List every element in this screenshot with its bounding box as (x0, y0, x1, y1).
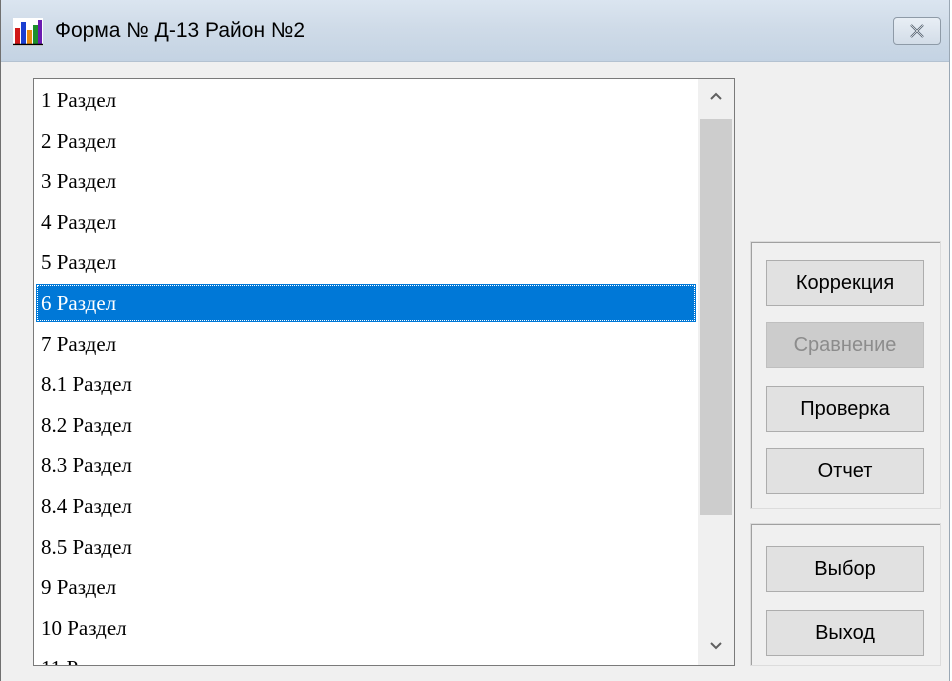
list-item[interactable]: 10 Раздел (36, 609, 696, 647)
exit-button[interactable]: Выход (766, 610, 924, 656)
chevron-up-icon (710, 92, 722, 100)
list-item[interactable]: 5 Раздел (36, 243, 696, 281)
list-item[interactable]: 9 Раздел (36, 568, 696, 606)
scroll-down-button[interactable] (698, 629, 734, 665)
list-item[interactable]: 6 Раздел (36, 284, 696, 322)
scroll-thumb[interactable] (700, 119, 732, 515)
list-item[interactable]: 3 Раздел (36, 162, 696, 200)
list-item[interactable]: 4 Раздел (36, 203, 696, 241)
list-item[interactable]: 7 Раздел (36, 325, 696, 363)
report-button[interactable]: Отчет (766, 448, 924, 494)
list-item[interactable]: 1 Раздел (36, 81, 696, 119)
comparison-button: Сравнение (766, 322, 924, 368)
check-button[interactable]: Проверка (766, 386, 924, 432)
scroll-up-button[interactable] (698, 79, 734, 115)
list-item[interactable]: 2 Раздел (36, 122, 696, 160)
sections-list: 1 Раздел 2 Раздел 3 Раздел 4 Раздел 5 Раздел… (34, 79, 698, 665)
window-title: Форма № Д-13 Район №2 (55, 19, 306, 42)
correction-button[interactable]: Коррекция (766, 260, 924, 306)
list-item[interactable]: 8.4 Раздел (36, 487, 696, 525)
sections-listbox[interactable]: 1 Раздел 2 Раздел 3 Раздел 4 Раздел 5 Раздел… (33, 78, 735, 666)
select-button[interactable]: Выбор (766, 546, 924, 592)
list-item[interactable]: 8.1 Раздел (36, 365, 696, 403)
main-window: Форма № Д-13 Район №2 1 Раздел 2 Раздел 3 … (0, 0, 950, 681)
list-item[interactable]: 11 Раздел (36, 649, 696, 665)
close-icon (910, 24, 924, 38)
list-item[interactable]: 8.3 Раздел (36, 446, 696, 484)
chevron-down-icon (710, 642, 722, 650)
vertical-scrollbar[interactable] (698, 79, 734, 665)
close-button[interactable] (893, 17, 941, 45)
bar-chart-app-icon (13, 18, 43, 46)
list-item[interactable]: 8.5 Раздел (36, 528, 696, 566)
title-bar[interactable]: Форма № Д-13 Район №2 (1, 0, 949, 62)
list-item[interactable]: 8.2 Раздел (36, 406, 696, 444)
